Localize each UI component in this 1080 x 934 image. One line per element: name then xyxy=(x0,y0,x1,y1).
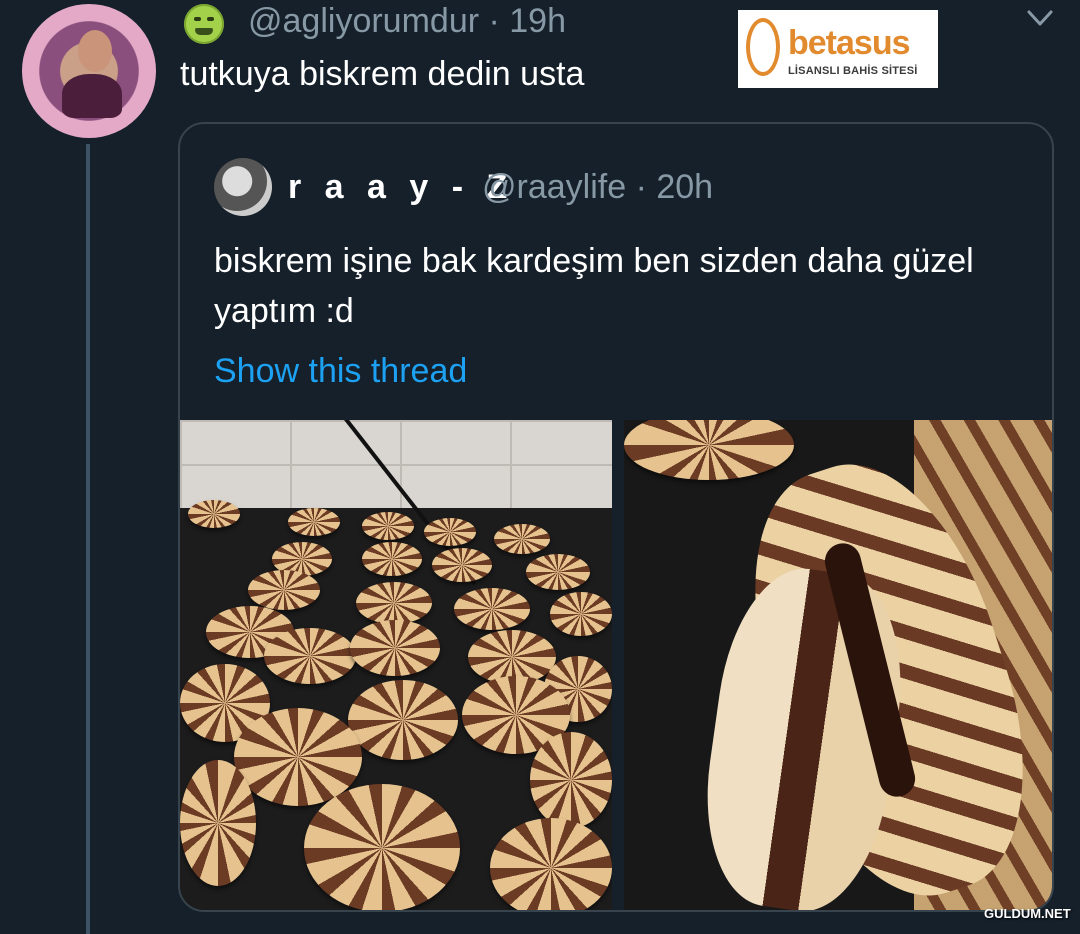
quoted-text: biskrem işine bak kardeşim ben sizden da… xyxy=(214,242,974,330)
cookie xyxy=(350,620,440,676)
quoted-name[interactable]: r a a y - Z xyxy=(288,168,514,207)
cookie xyxy=(490,818,612,910)
chevron-down-icon[interactable] xyxy=(1026,8,1054,28)
cookie xyxy=(530,732,612,828)
quoted-avatar[interactable] xyxy=(214,158,272,216)
cookie xyxy=(424,518,476,546)
cookie xyxy=(624,420,794,480)
tweet-text: tutkuya biskrem dedin usta xyxy=(180,55,585,93)
watermark: GULDUM.NET xyxy=(984,906,1071,921)
avatar-clothing xyxy=(62,74,122,118)
ad-logo[interactable]: betasus LİSANSLI BAHİS SİTESİ xyxy=(738,10,938,88)
quoted-handle[interactable]: @raaylife · 20h xyxy=(482,168,713,207)
tweet-handle[interactable]: @agliyorumdur · 19h xyxy=(248,2,566,41)
avatar-face xyxy=(78,30,112,72)
cookie xyxy=(180,760,256,886)
quoted-tweet[interactable]: r a a y - Z @raaylife · 20h biskrem işin… xyxy=(178,122,1054,912)
cookie xyxy=(356,582,432,624)
nauseated-face-icon xyxy=(184,4,224,44)
tile-wall xyxy=(180,420,612,508)
cookie xyxy=(348,680,458,760)
cookie xyxy=(188,500,240,528)
show-thread-link[interactable]: Show this thread xyxy=(214,352,467,391)
cookie xyxy=(288,508,340,536)
cookie xyxy=(454,588,530,630)
cookie xyxy=(494,524,550,554)
photo-cookie-tray[interactable] xyxy=(180,420,612,910)
ad-brand: betasus xyxy=(788,24,910,62)
photo-cookie-filling[interactable] xyxy=(624,420,1052,910)
user-avatar[interactable] xyxy=(22,4,156,138)
cookie xyxy=(264,628,356,684)
ad-tagline: LİSANSLI BAHİS SİTESİ xyxy=(788,65,918,77)
thread-line xyxy=(86,144,90,934)
cookie xyxy=(362,512,414,540)
cookie xyxy=(432,548,492,582)
cookie xyxy=(304,784,460,910)
betasus-logo-mark xyxy=(746,18,780,76)
cookie xyxy=(526,554,590,590)
cookie xyxy=(550,592,612,636)
cookie xyxy=(362,542,422,576)
cookie xyxy=(248,570,320,610)
